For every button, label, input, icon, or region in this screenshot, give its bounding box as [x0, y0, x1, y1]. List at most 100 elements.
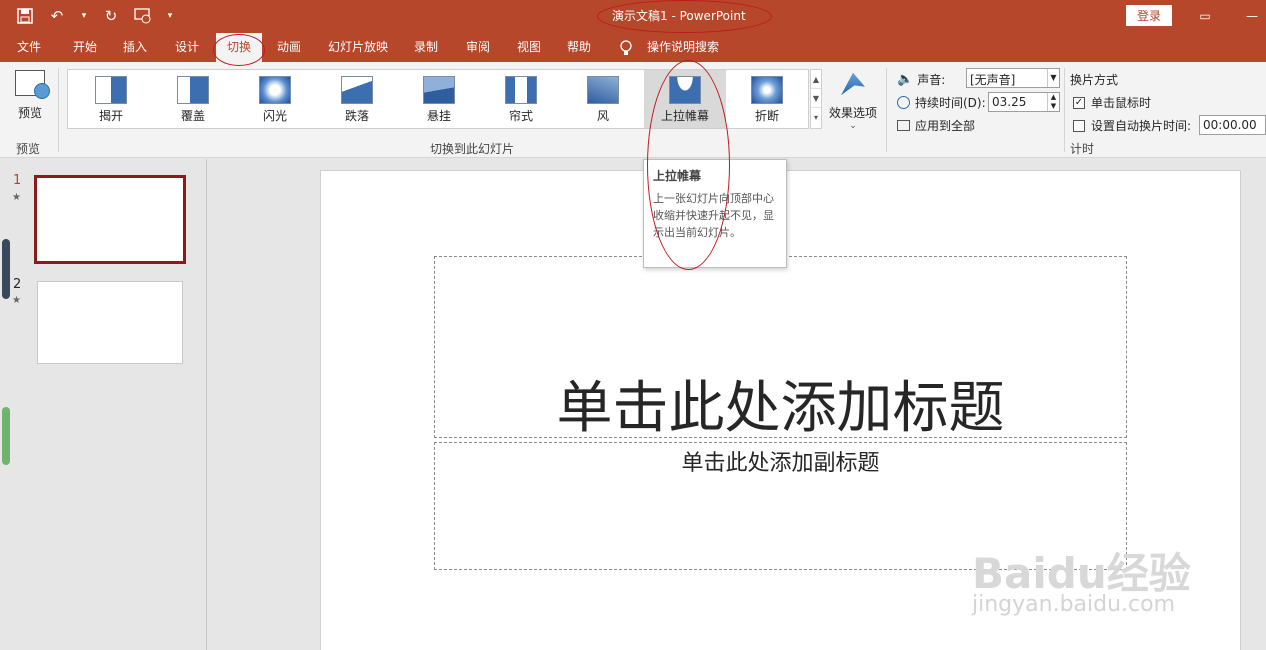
effect-options-label: 效果选项	[828, 106, 877, 120]
slide-number: 2	[13, 277, 22, 292]
watermark-url: jingyan.baidu.com	[972, 592, 1176, 617]
shatter-icon	[751, 76, 783, 104]
slide-thumbnails-pane: 1 ★ 2 ★	[0, 159, 207, 650]
transition-label: 跌落	[344, 109, 369, 123]
spin-arrows-icon[interactable]: ▲ ▼	[1047, 93, 1059, 111]
drape-icon	[423, 76, 455, 104]
cover-icon	[177, 76, 209, 104]
transition-tooltip: 上拉帷幕 上一张幻灯片向顶部中心收缩并快速升起不见，显示出当前幻灯片。	[643, 159, 787, 268]
transition-curtains[interactable]: 帘式	[480, 70, 562, 128]
group-transitions-label: 切换到此幻灯片	[430, 142, 515, 156]
sound-row: 🔈 声音:	[897, 71, 945, 88]
transition-curtain-up[interactable]: 上拉帷幕	[644, 70, 726, 128]
tab-record[interactable]: 录制	[405, 33, 447, 62]
reveal-icon	[95, 76, 127, 104]
ribbon-tabs: 文件 开始 插入 设计 切换 动画 幻灯片放映 录制 审阅 视图 帮助 操作说明…	[0, 33, 1266, 62]
apply-all-button[interactable]: 应用到全部	[897, 117, 975, 134]
gallery-down-icon[interactable]: ▼	[811, 89, 821, 108]
app-title: 演示文稿1 - PowerPoint	[612, 9, 746, 23]
curtain-up-icon	[669, 76, 701, 104]
effect-options-icon	[841, 72, 865, 96]
fall-over-icon	[341, 76, 373, 104]
tab-slide-show[interactable]: 幻灯片放映	[322, 33, 394, 62]
tab-design[interactable]: 设计	[166, 33, 208, 62]
ribbon-display-options-icon[interactable]: ▭	[1193, 6, 1217, 26]
tab-transitions[interactable]: 切换	[216, 33, 262, 62]
auto-advance-checkbox[interactable]: 设置自动换片时间:	[1073, 117, 1191, 134]
transition-fall-over[interactable]: 跌落	[316, 70, 398, 128]
tell-me-search[interactable]: 操作说明搜索	[640, 33, 726, 62]
auto-advance-value: 00:00.00	[1203, 118, 1257, 132]
title-placeholder[interactable]: 单击此处添加标题	[434, 256, 1127, 441]
transition-cover[interactable]: 覆盖	[152, 70, 234, 128]
checkbox-unchecked-icon	[1073, 119, 1085, 132]
save-icon[interactable]	[14, 6, 36, 26]
transition-star-icon: ★	[12, 295, 21, 306]
tab-home[interactable]: 开始	[64, 33, 106, 62]
login-button[interactable]: 登录	[1126, 5, 1172, 26]
tab-view[interactable]: 视图	[508, 33, 550, 62]
start-from-beginning-icon[interactable]	[132, 6, 154, 26]
preview-button[interactable]: 预览	[10, 70, 50, 130]
transition-label: 风	[596, 109, 609, 123]
transition-label: 覆盖	[180, 109, 205, 123]
slide-number: 1	[13, 173, 22, 188]
on-click-label: 单击鼠标时	[1091, 96, 1152, 110]
wind-icon	[587, 76, 619, 104]
quick-access-toolbar: ↶ ▾ ↻ ▾	[14, 6, 176, 26]
curtains-icon	[505, 76, 537, 104]
on-click-checkbox[interactable]: ✓ 单击鼠标时	[1073, 94, 1151, 111]
zoom-handle-icon[interactable]	[2, 407, 10, 465]
tab-review[interactable]: 审阅	[457, 33, 499, 62]
customize-qat-icon[interactable]: ▾	[164, 6, 176, 26]
redo-icon[interactable]: ↻	[100, 6, 122, 26]
transition-reveal[interactable]: 揭开	[70, 70, 152, 128]
checkbox-checked-icon: ✓	[1073, 96, 1085, 109]
tooltip-title: 上拉帷幕	[653, 169, 702, 183]
group-timing-label: 计时	[1070, 142, 1095, 156]
apply-all-icon	[897, 120, 910, 131]
group-preview-label: 预览	[16, 142, 41, 156]
gallery-up-icon[interactable]: ▲	[811, 70, 821, 89]
effect-options-button[interactable]: 效果选项 ⌄	[826, 70, 880, 131]
transition-shatter[interactable]: 折断	[726, 70, 808, 128]
preview-label: 预览	[17, 106, 42, 120]
preview-icon	[15, 70, 50, 99]
duration-spinner[interactable]: 03.25 ▲ ▼	[988, 92, 1060, 112]
slide-thumbnail-1[interactable]	[34, 175, 186, 264]
flash-icon	[259, 76, 291, 104]
tab-insert[interactable]: 插入	[114, 33, 156, 62]
group-divider	[58, 68, 59, 152]
title-placeholder-text: 单击此处添加标题	[556, 376, 1005, 441]
minimize-icon[interactable]: —	[1240, 6, 1264, 26]
transition-wind[interactable]: 风	[562, 70, 644, 128]
ribbon-panel: 预览 预览 揭开 覆盖 闪光 跌落 悬挂 帘式 风 上拉帷幕 折断 ▲ ▼ ▾ …	[0, 62, 1266, 158]
gallery-more-icon[interactable]: ▾	[811, 108, 821, 127]
chevron-down-icon: ▼	[1047, 69, 1059, 87]
auto-advance-time-input[interactable]: 00:00.00	[1199, 115, 1266, 135]
lightbulb-icon[interactable]	[616, 33, 636, 62]
transition-label: 帘式	[508, 109, 533, 123]
advance-header: 换片方式	[1070, 73, 1119, 87]
undo-dropdown-icon[interactable]: ▾	[78, 6, 90, 26]
transition-label: 揭开	[98, 109, 123, 123]
transition-label: 折断	[754, 109, 779, 123]
scroll-handle-icon[interactable]	[2, 239, 10, 299]
duration-label: 持续时间(D):	[915, 96, 986, 110]
tab-file[interactable]: 文件	[8, 33, 50, 62]
duration-value: 03.25	[992, 95, 1027, 109]
tab-animations[interactable]: 动画	[268, 33, 310, 62]
undo-icon[interactable]: ↶	[46, 6, 68, 26]
speaker-icon: 🔈	[897, 72, 914, 87]
transition-drape[interactable]: 悬挂	[398, 70, 480, 128]
transition-gallery: 揭开 覆盖 闪光 跌落 悬挂 帘式 风 上拉帷幕 折断	[67, 69, 809, 129]
sound-dropdown[interactable]: [无声音] ▼	[966, 68, 1060, 88]
transition-flash[interactable]: 闪光	[234, 70, 316, 128]
clock-icon	[897, 96, 910, 109]
gallery-scroll: ▲ ▼ ▾	[810, 69, 822, 129]
auto-advance-label: 设置自动换片时间:	[1091, 119, 1192, 133]
sound-value: [无声音]	[970, 73, 1016, 87]
transition-label: 上拉帷幕	[660, 109, 709, 123]
tab-help[interactable]: 帮助	[558, 33, 600, 62]
slide-thumbnail-2[interactable]	[37, 281, 183, 364]
